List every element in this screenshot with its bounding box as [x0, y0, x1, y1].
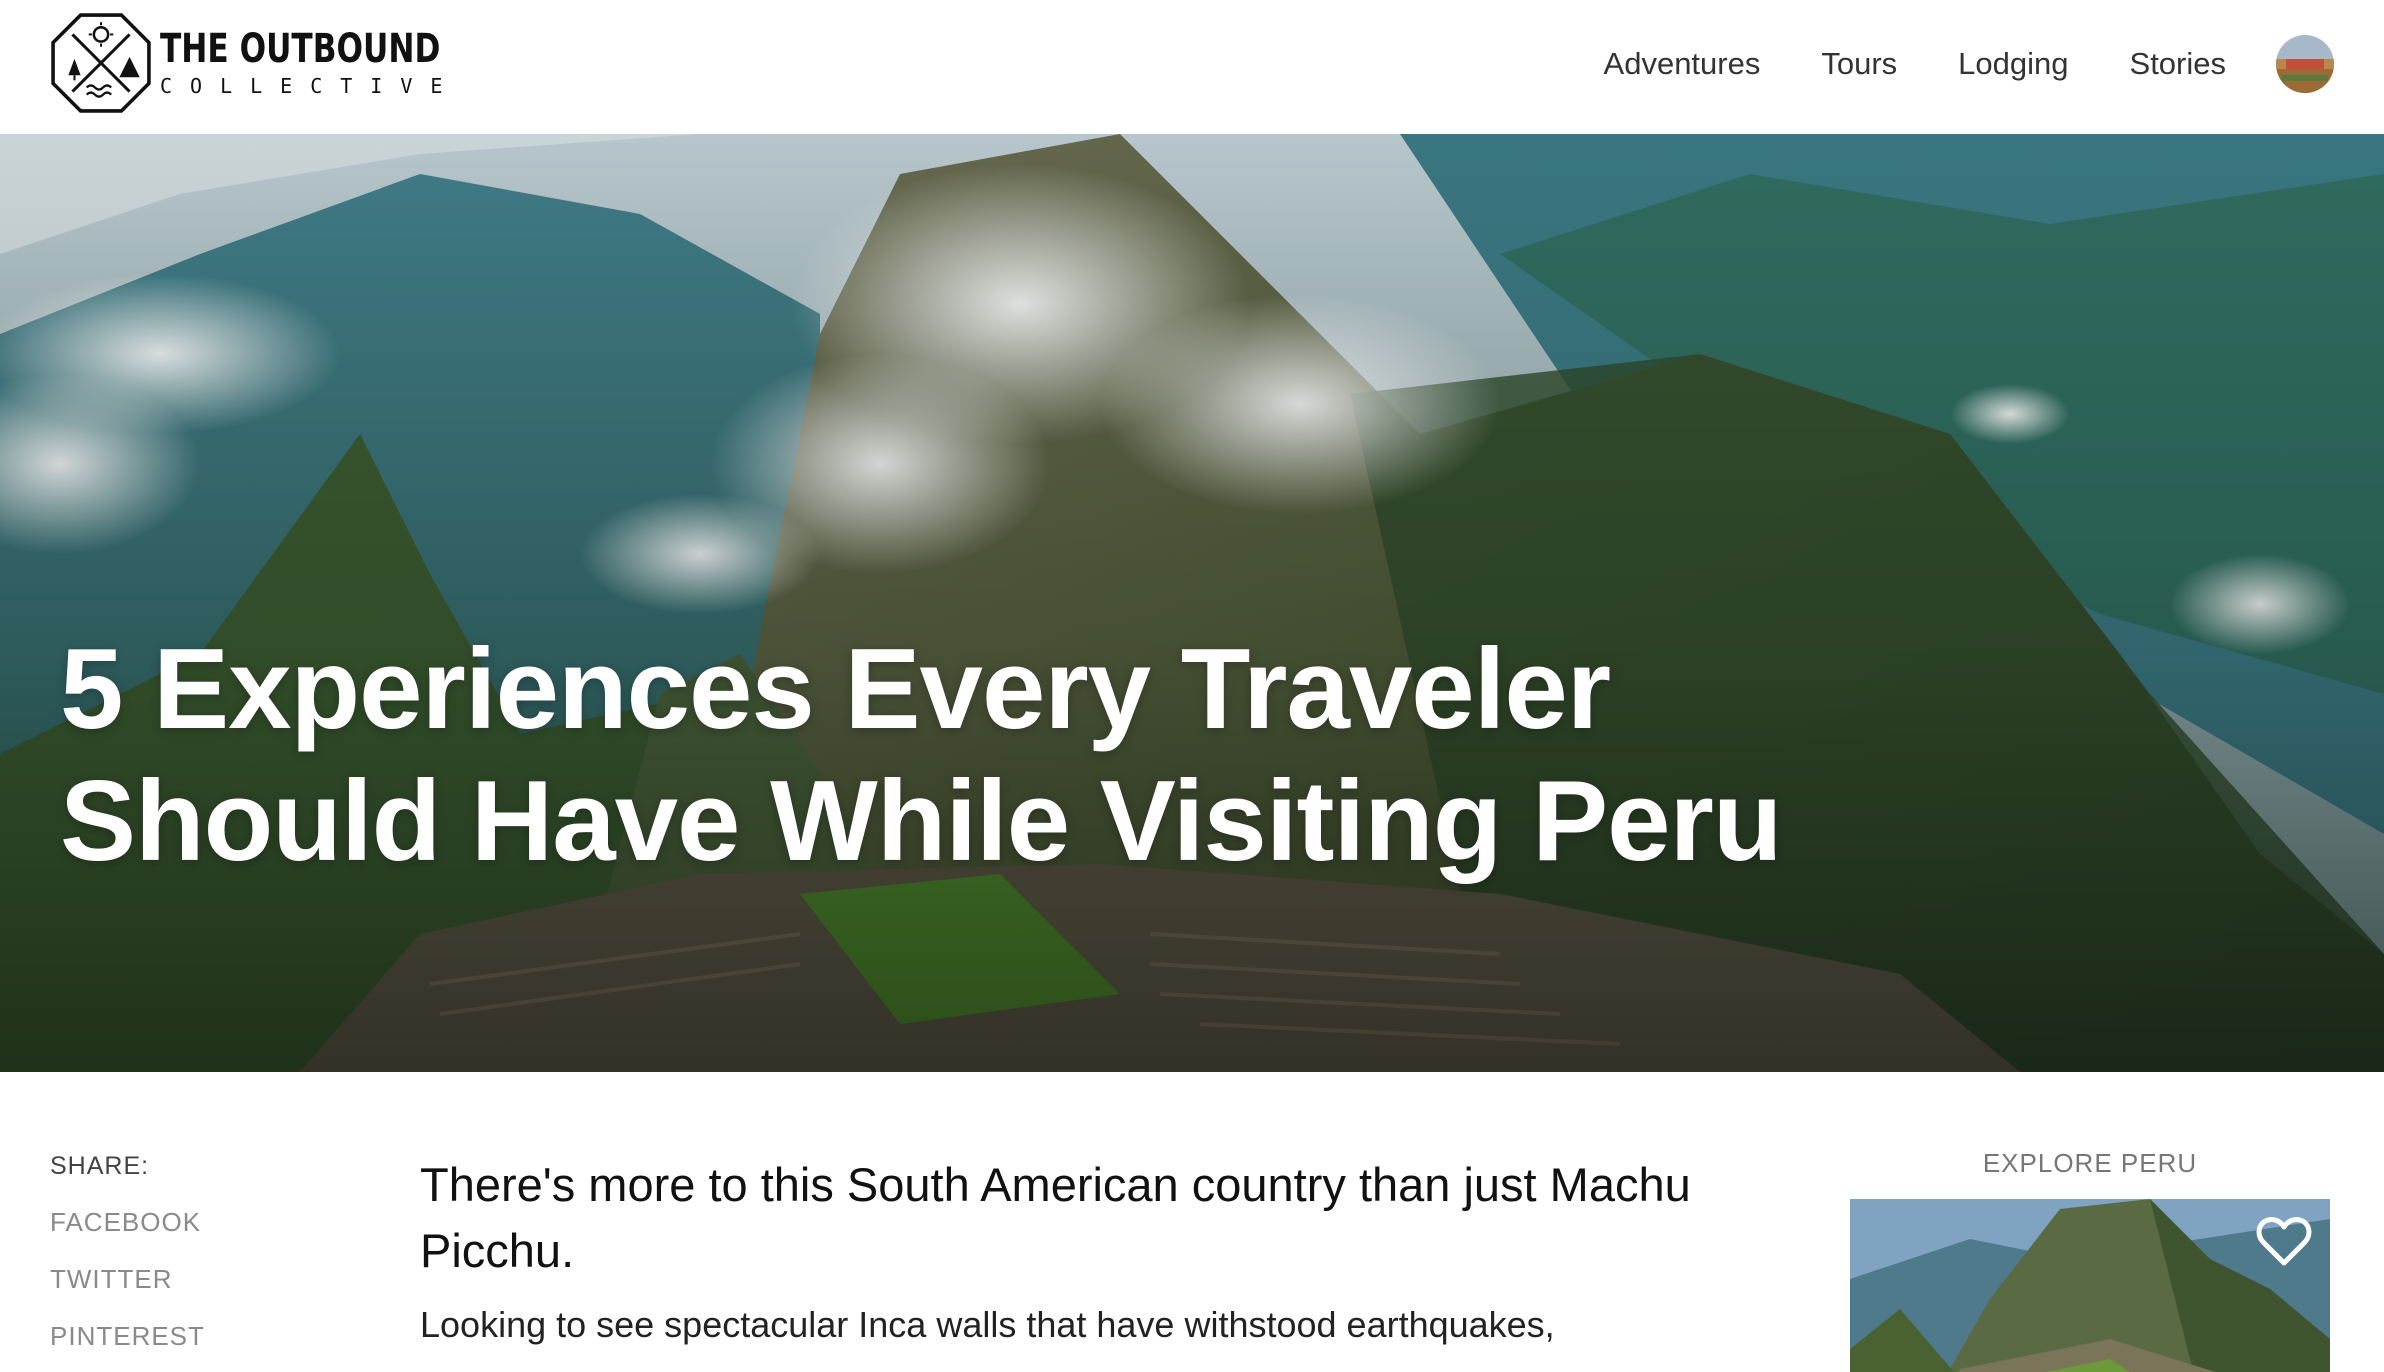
- site-logo[interactable]: THE OUTBOUND COLLECTIVE: [50, 12, 519, 114]
- compass-mountains-logo-icon: [51, 13, 151, 113]
- share-panel: SHARE: FACEBOOK TWITTER PINTEREST: [50, 1152, 205, 1372]
- article-paragraph: Looking to see spectacular Inca walls th…: [420, 1304, 1555, 1345]
- share-facebook-link[interactable]: FACEBOOK: [50, 1207, 205, 1238]
- nav-lodging[interactable]: Lodging: [1958, 34, 2068, 94]
- brand-name-line2: COLLECTIVE: [160, 74, 461, 98]
- explore-peru-label: EXPLORE PERU: [1982, 1148, 2198, 1178]
- nav-stories[interactable]: Stories: [2130, 34, 2226, 94]
- explore-sidebar: EXPLORE PERU: [1850, 1148, 2330, 1372]
- hero-image-machu-picchu: [0, 134, 2384, 1072]
- hero-banner: 5 Experiences Every Traveler Should Have…: [0, 134, 2384, 1072]
- article-title: 5 Experiences Every Traveler Should Have…: [60, 626, 1783, 885]
- avatar-image: [2276, 35, 2334, 93]
- article-lede: There's more to this South American coun…: [420, 1158, 1691, 1277]
- heart-icon[interactable]: [2256, 1215, 2312, 1267]
- nav-tours[interactable]: Tours: [1821, 34, 1897, 94]
- brand-wordmark: THE OUTBOUND COLLECTIVE: [160, 27, 519, 99]
- user-avatar[interactable]: [2276, 35, 2334, 93]
- explore-peru-card[interactable]: [1850, 1199, 2330, 1372]
- share-label: SHARE:: [50, 1152, 150, 1180]
- share-twitter-link[interactable]: TWITTER: [50, 1264, 205, 1295]
- brand-name-line1: THE OUTBOUND: [160, 26, 441, 72]
- nav-adventures[interactable]: Adventures: [1604, 34, 1761, 94]
- site-header: THE OUTBOUND COLLECTIVE Adventures Tours…: [0, 0, 2384, 134]
- main-nav: Adventures Tours Lodging Stories: [1604, 34, 2334, 94]
- article-body: There's more to this South American coun…: [420, 1152, 1740, 1352]
- share-pinterest-link[interactable]: PINTEREST: [50, 1321, 205, 1352]
